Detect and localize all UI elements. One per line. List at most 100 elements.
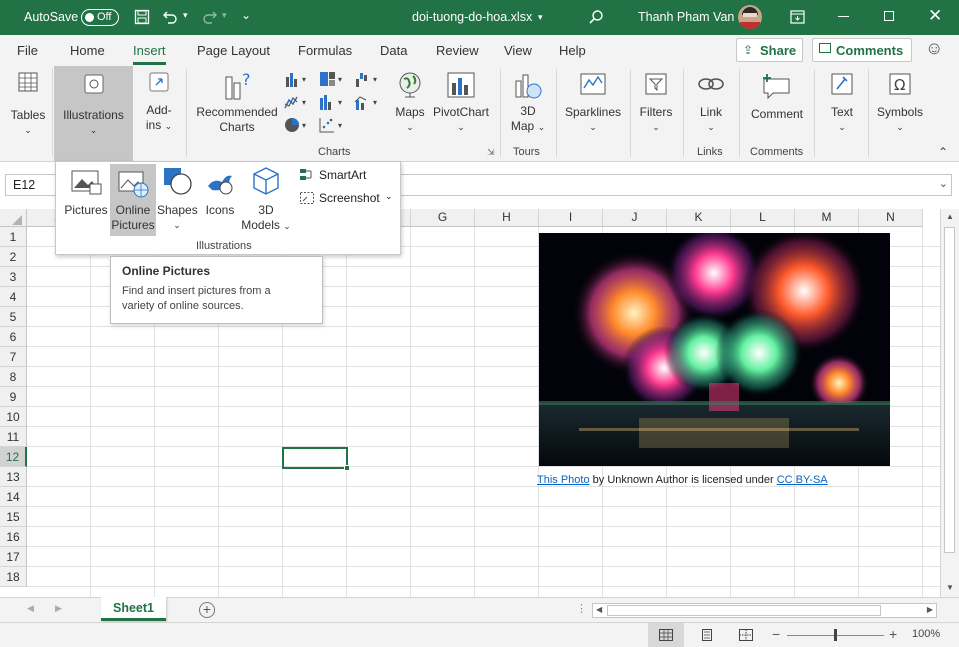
row-header[interactable]: 15 <box>0 507 27 527</box>
pictures-button[interactable]: Pictures <box>61 166 111 218</box>
row-header[interactable]: 12 <box>0 447 27 467</box>
normal-view-button[interactable] <box>648 623 684 647</box>
scroll-up-icon[interactable]: ▲ <box>946 212 954 221</box>
illustrations-button[interactable]: Illustrations ⌄ <box>54 66 133 162</box>
row-header[interactable]: 7 <box>0 347 27 367</box>
filters-button[interactable]: Filters ⌄ <box>636 71 676 135</box>
redo-dropdown-icon[interactable]: ▾ <box>222 10 227 21</box>
tab-formulas[interactable]: Formulas <box>298 43 352 58</box>
column-header[interactable]: K <box>667 209 731 227</box>
combo-chart-button[interactable]: ▾ <box>354 94 385 112</box>
scatter-chart-button[interactable]: ▾ <box>319 117 349 135</box>
feedback-smiley-icon[interactable]: ☺ <box>925 38 943 59</box>
column-header[interactable]: H <box>475 209 539 227</box>
photo-link[interactable]: This Photo <box>537 474 590 486</box>
recommended-charts-button[interactable]: ? Recommended Charts <box>192 71 282 135</box>
3d-map-button[interactable]: 3D Map ⌄ <box>506 71 550 135</box>
symbols-button[interactable]: Ω Symbols ⌄ <box>874 71 926 135</box>
file-name[interactable]: doi-tuong-do-hoa.xlsx <box>412 10 532 24</box>
tab-file[interactable]: File <box>17 43 38 58</box>
minimize-icon[interactable] <box>838 16 849 17</box>
waterfall-chart-button[interactable]: ▾ <box>355 71 385 89</box>
row-header[interactable]: 6 <box>0 327 27 347</box>
row-header[interactable]: 5 <box>0 307 27 327</box>
tab-insert[interactable]: Insert <box>133 43 166 65</box>
row-header[interactable]: 14 <box>0 487 27 507</box>
row-header[interactable]: 2 <box>0 247 27 267</box>
undo-icon[interactable] <box>162 9 178 28</box>
horizontal-scroll-thumb[interactable] <box>607 605 881 616</box>
tab-page-layout[interactable]: Page Layout <box>197 43 270 58</box>
horizontal-scrollbar[interactable]: ◀ ▶ <box>592 603 937 618</box>
formula-input[interactable]: ⌄ <box>400 174 952 196</box>
vertical-scrollbar[interactable]: ▲ ▼ <box>940 209 959 597</box>
shapes-button[interactable]: Shapes ⌄ <box>157 166 198 233</box>
link-button[interactable]: Link ⌄ <box>690 71 732 135</box>
filename-dropdown-icon[interactable]: ▾ <box>538 12 543 23</box>
scroll-left-icon[interactable]: ◀ <box>596 605 602 614</box>
share-button[interactable]: ⇪ Share <box>736 38 803 62</box>
zoom-out-icon[interactable]: − <box>772 626 780 642</box>
page-break-view-icon[interactable] <box>739 629 753 641</box>
sparklines-button[interactable]: Sparklines ⌄ <box>562 71 624 135</box>
close-icon[interactable]: ✕ <box>928 6 942 26</box>
search-icon[interactable] <box>588 9 604 28</box>
save-icon[interactable] <box>134 9 150 28</box>
row-header[interactable]: 16 <box>0 527 27 547</box>
pivotchart-button[interactable]: PivotChart ⌄ <box>430 71 492 135</box>
license-link[interactable]: CC BY-SA <box>777 474 828 486</box>
row-header[interactable]: 4 <box>0 287 27 307</box>
autosave-toggle[interactable]: Off <box>81 9 119 26</box>
column-header[interactable]: L <box>731 209 795 227</box>
statistic-chart-button[interactable]: ▾ <box>319 94 349 112</box>
zoom-in-icon[interactable]: + <box>889 626 897 642</box>
tab-data[interactable]: Data <box>380 43 407 58</box>
page-layout-view-icon[interactable] <box>700 629 714 641</box>
column-header[interactable]: M <box>795 209 859 227</box>
tab-view[interactable]: View <box>504 43 532 58</box>
3d-models-button[interactable]: 3D Models ⌄ <box>241 166 291 234</box>
row-header[interactable]: 13 <box>0 467 27 487</box>
fill-handle[interactable] <box>344 465 350 471</box>
expand-formula-bar-icon[interactable]: ⌄ <box>939 177 948 190</box>
redo-icon[interactable] <box>202 9 218 28</box>
user-name[interactable]: Thanh Pham Van <box>638 10 734 24</box>
vertical-scroll-thumb[interactable] <box>944 227 955 553</box>
row-header[interactable]: 18 <box>0 567 27 587</box>
ribbon-display-options-icon[interactable] <box>790 10 805 27</box>
line-chart-button[interactable]: ▾ <box>284 94 314 112</box>
row-header[interactable]: 3 <box>0 267 27 287</box>
fireworks-picture[interactable] <box>539 233 890 466</box>
column-header[interactable]: J <box>603 209 667 227</box>
scroll-right-icon[interactable]: ▶ <box>927 605 933 614</box>
column-header[interactable]: N <box>859 209 923 227</box>
collapse-ribbon-icon[interactable]: ⌃ <box>938 145 948 159</box>
column-header[interactable]: I <box>539 209 603 227</box>
tab-home[interactable]: Home <box>70 43 105 58</box>
split-handle-icon[interactable]: ⋮ <box>576 602 587 615</box>
maps-button[interactable]: Maps ⌄ <box>392 71 428 135</box>
row-header[interactable]: 17 <box>0 547 27 567</box>
online-pictures-button[interactable]: Online Pictures <box>110 164 156 236</box>
zoom-slider-thumb[interactable] <box>834 629 837 641</box>
previous-sheet-icon[interactable]: ◀ <box>27 603 34 614</box>
pie-chart-button[interactable]: ▾ <box>284 117 314 135</box>
column-header[interactable]: G <box>411 209 475 227</box>
undo-dropdown-icon[interactable]: ▾ <box>183 10 188 21</box>
row-header[interactable]: 11 <box>0 427 27 447</box>
dialog-launcher-icon[interactable]: ⇲ <box>487 147 495 158</box>
row-header[interactable]: 10 <box>0 407 27 427</box>
next-sheet-icon[interactable]: ▶ <box>55 603 62 614</box>
sheet-tab-active[interactable]: Sheet1 <box>101 597 166 621</box>
select-all-button[interactable] <box>0 209 27 227</box>
customize-quick-access-icon[interactable]: ⌄ <box>241 8 251 22</box>
text-button[interactable]: Text ⌄ <box>822 71 862 135</box>
screenshot-button[interactable]: Screenshot ⌄ <box>299 189 399 207</box>
tab-review[interactable]: Review <box>436 43 479 58</box>
column-chart-button[interactable]: ▾ <box>284 71 314 89</box>
row-header[interactable]: 1 <box>0 227 27 247</box>
comments-button[interactable]: Comments <box>812 38 912 62</box>
smartart-button[interactable]: SmartArt <box>299 166 389 184</box>
hierarchy-chart-button[interactable]: ▾ <box>319 71 349 89</box>
row-header[interactable]: 9 <box>0 387 27 407</box>
